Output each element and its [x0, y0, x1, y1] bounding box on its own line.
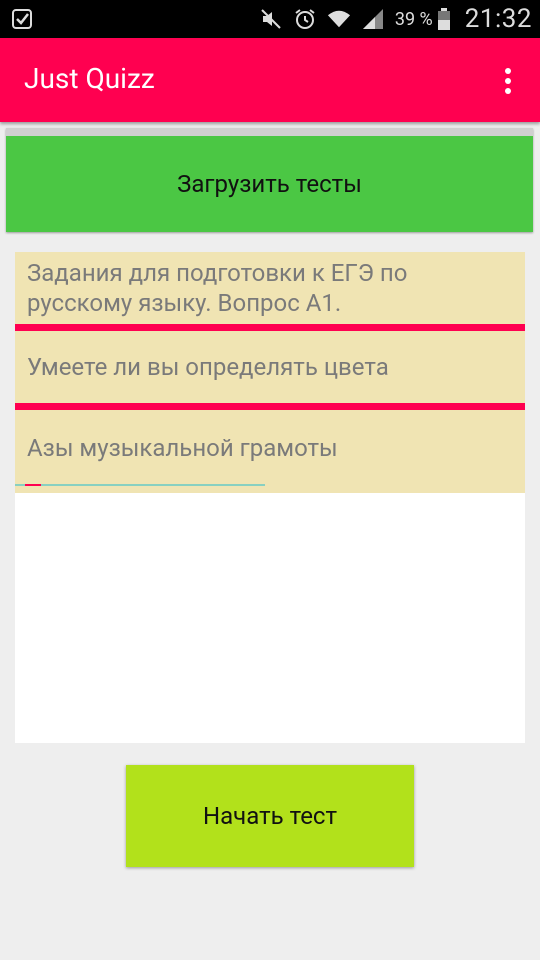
list-item[interactable]: Задания для подготовки к ЕГЭ по русскому… — [15, 252, 525, 324]
checkbox-icon — [12, 9, 32, 29]
start-test-button[interactable]: Начать тест — [126, 765, 414, 867]
list-divider — [15, 324, 525, 331]
list-scroll-indicator-accent — [25, 484, 41, 486]
app-bar: Just Quizz — [0, 38, 540, 122]
status-bar: 39 % 21:32 — [0, 0, 540, 38]
list-item[interactable]: Умеете ли вы определять цвета — [15, 331, 525, 403]
list-item-label: Задания для подготовки к ЕГЭ по русскому… — [27, 259, 408, 317]
signal-icon — [361, 7, 385, 31]
wifi-icon — [327, 7, 351, 31]
app-title: Just Quizz — [24, 62, 155, 95]
load-tests-button[interactable]: Загрузить тесты — [6, 128, 533, 232]
list-scroll-indicator — [15, 484, 265, 486]
list-item-label: Умеете ли вы определять цвета — [27, 353, 389, 381]
alarm-icon — [293, 7, 317, 31]
list-divider — [15, 403, 525, 410]
battery-icon — [437, 7, 451, 31]
list-item-label: Азы музыкальной грамоты — [27, 434, 338, 462]
list-item[interactable]: Азы музыкальной грамоты — [15, 410, 525, 493]
battery-percent: 39 % — [394, 8, 433, 30]
clock: 21:32 — [464, 4, 532, 34]
quiz-list[interactable]: Задания для подготовки к ЕГЭ по русскому… — [15, 252, 525, 743]
overflow-menu-icon[interactable] — [498, 66, 518, 96]
mute-icon — [259, 7, 283, 31]
